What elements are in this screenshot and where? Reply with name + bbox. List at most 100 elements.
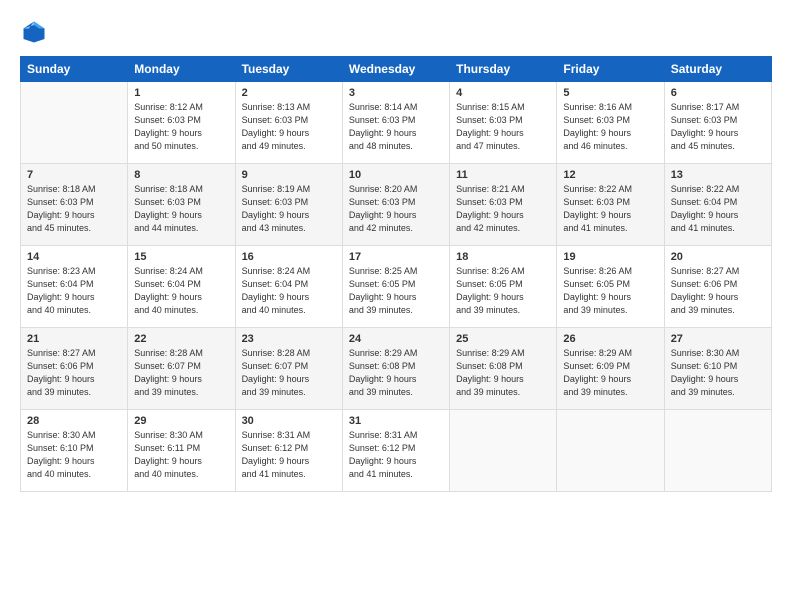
day-info: Sunrise: 8:28 AM Sunset: 6:07 PM Dayligh… (134, 347, 228, 399)
day-info: Sunrise: 8:14 AM Sunset: 6:03 PM Dayligh… (349, 101, 443, 153)
day-number: 28 (27, 415, 121, 427)
week-row-5: 28 Sunrise: 8:30 AM Sunset: 6:10 PM Dayli… (21, 410, 772, 492)
calendar-cell (450, 410, 557, 492)
day-info: Sunrise: 8:21 AM Sunset: 6:03 PM Dayligh… (456, 183, 550, 235)
day-number: 3 (349, 87, 443, 99)
calendar-body: 1 Sunrise: 8:12 AM Sunset: 6:03 PM Daylig… (21, 82, 772, 492)
calendar-cell: 8 Sunrise: 8:18 AM Sunset: 6:03 PM Daylig… (128, 164, 235, 246)
day-number: 20 (671, 251, 765, 263)
day-info: Sunrise: 8:18 AM Sunset: 6:03 PM Dayligh… (27, 183, 121, 235)
calendar-cell: 4 Sunrise: 8:15 AM Sunset: 6:03 PM Daylig… (450, 82, 557, 164)
day-info: Sunrise: 8:29 AM Sunset: 6:09 PM Dayligh… (563, 347, 657, 399)
calendar-cell: 22 Sunrise: 8:28 AM Sunset: 6:07 PM Dayli… (128, 328, 235, 410)
logo (20, 18, 52, 46)
header (20, 18, 772, 46)
day-number: 18 (456, 251, 550, 263)
calendar-cell: 23 Sunrise: 8:28 AM Sunset: 6:07 PM Dayli… (235, 328, 342, 410)
header-cell-friday: Friday (557, 57, 664, 82)
calendar-table: SundayMondayTuesdayWednesdayThursdayFrid… (20, 56, 772, 492)
day-number: 12 (563, 169, 657, 181)
header-cell-wednesday: Wednesday (342, 57, 449, 82)
day-info: Sunrise: 8:27 AM Sunset: 6:06 PM Dayligh… (27, 347, 121, 399)
day-number: 24 (349, 333, 443, 345)
day-info: Sunrise: 8:30 AM Sunset: 6:10 PM Dayligh… (671, 347, 765, 399)
day-info: Sunrise: 8:26 AM Sunset: 6:05 PM Dayligh… (456, 265, 550, 317)
day-info: Sunrise: 8:12 AM Sunset: 6:03 PM Dayligh… (134, 101, 228, 153)
day-info: Sunrise: 8:24 AM Sunset: 6:04 PM Dayligh… (134, 265, 228, 317)
calendar-cell: 18 Sunrise: 8:26 AM Sunset: 6:05 PM Dayli… (450, 246, 557, 328)
calendar-cell: 17 Sunrise: 8:25 AM Sunset: 6:05 PM Dayli… (342, 246, 449, 328)
day-info: Sunrise: 8:29 AM Sunset: 6:08 PM Dayligh… (456, 347, 550, 399)
header-cell-tuesday: Tuesday (235, 57, 342, 82)
calendar-cell: 2 Sunrise: 8:13 AM Sunset: 6:03 PM Daylig… (235, 82, 342, 164)
calendar-cell: 29 Sunrise: 8:30 AM Sunset: 6:11 PM Dayli… (128, 410, 235, 492)
day-info: Sunrise: 8:29 AM Sunset: 6:08 PM Dayligh… (349, 347, 443, 399)
day-number: 27 (671, 333, 765, 345)
day-number: 1 (134, 87, 228, 99)
calendar-cell: 3 Sunrise: 8:14 AM Sunset: 6:03 PM Daylig… (342, 82, 449, 164)
calendar-cell (557, 410, 664, 492)
week-row-2: 7Sunrise: 8:18 AM Sunset: 6:03 PM Daylig… (21, 164, 772, 246)
day-number: 25 (456, 333, 550, 345)
calendar-cell (664, 410, 771, 492)
day-number: 29 (134, 415, 228, 427)
calendar-cell (21, 82, 128, 164)
calendar-cell: 24 Sunrise: 8:29 AM Sunset: 6:08 PM Dayli… (342, 328, 449, 410)
calendar-cell: 26 Sunrise: 8:29 AM Sunset: 6:09 PM Dayli… (557, 328, 664, 410)
day-info: Sunrise: 8:22 AM Sunset: 6:04 PM Dayligh… (671, 183, 765, 235)
day-number: 31 (349, 415, 443, 427)
day-number: 4 (456, 87, 550, 99)
day-number: 16 (242, 251, 336, 263)
calendar-cell: 16 Sunrise: 8:24 AM Sunset: 6:04 PM Dayli… (235, 246, 342, 328)
day-info: Sunrise: 8:27 AM Sunset: 6:06 PM Dayligh… (671, 265, 765, 317)
day-number: 11 (456, 169, 550, 181)
day-number: 26 (563, 333, 657, 345)
calendar-cell: 28 Sunrise: 8:30 AM Sunset: 6:10 PM Dayli… (21, 410, 128, 492)
header-cell-saturday: Saturday (664, 57, 771, 82)
calendar-cell: 27 Sunrise: 8:30 AM Sunset: 6:10 PM Dayli… (664, 328, 771, 410)
day-number: 15 (134, 251, 228, 263)
day-info: Sunrise: 8:24 AM Sunset: 6:04 PM Dayligh… (242, 265, 336, 317)
day-info: Sunrise: 8:17 AM Sunset: 6:03 PM Dayligh… (671, 101, 765, 153)
logo-icon (20, 18, 48, 46)
day-number: 23 (242, 333, 336, 345)
day-info: Sunrise: 8:30 AM Sunset: 6:10 PM Dayligh… (27, 429, 121, 481)
calendar-cell: 21 Sunrise: 8:27 AM Sunset: 6:06 PM Dayli… (21, 328, 128, 410)
day-number: 2 (242, 87, 336, 99)
day-number: 10 (349, 169, 443, 181)
calendar-cell: 19Sunrise: 8:26 AM Sunset: 6:05 PM Dayli… (557, 246, 664, 328)
day-info: Sunrise: 8:23 AM Sunset: 6:04 PM Dayligh… (27, 265, 121, 317)
calendar-cell: 31Sunrise: 8:31 AM Sunset: 6:12 PM Dayli… (342, 410, 449, 492)
day-info: Sunrise: 8:25 AM Sunset: 6:05 PM Dayligh… (349, 265, 443, 317)
calendar-cell: 7Sunrise: 8:18 AM Sunset: 6:03 PM Daylig… (21, 164, 128, 246)
day-number: 8 (134, 169, 228, 181)
calendar-cell: 25 Sunrise: 8:29 AM Sunset: 6:08 PM Dayli… (450, 328, 557, 410)
day-number: 30 (242, 415, 336, 427)
day-info: Sunrise: 8:28 AM Sunset: 6:07 PM Dayligh… (242, 347, 336, 399)
day-info: Sunrise: 8:31 AM Sunset: 6:12 PM Dayligh… (242, 429, 336, 481)
calendar-header: SundayMondayTuesdayWednesdayThursdayFrid… (21, 57, 772, 82)
page: SundayMondayTuesdayWednesdayThursdayFrid… (0, 0, 792, 612)
day-info: Sunrise: 8:13 AM Sunset: 6:03 PM Dayligh… (242, 101, 336, 153)
day-info: Sunrise: 8:19 AM Sunset: 6:03 PM Dayligh… (242, 183, 336, 235)
calendar-cell: 1 Sunrise: 8:12 AM Sunset: 6:03 PM Daylig… (128, 82, 235, 164)
calendar-cell: 6Sunrise: 8:17 AM Sunset: 6:03 PM Daylig… (664, 82, 771, 164)
day-info: Sunrise: 8:18 AM Sunset: 6:03 PM Dayligh… (134, 183, 228, 235)
header-cell-monday: Monday (128, 57, 235, 82)
day-number: 22 (134, 333, 228, 345)
day-info: Sunrise: 8:26 AM Sunset: 6:05 PM Dayligh… (563, 265, 657, 317)
day-info: Sunrise: 8:15 AM Sunset: 6:03 PM Dayligh… (456, 101, 550, 153)
calendar-cell: 30 Sunrise: 8:31 AM Sunset: 6:12 PM Dayli… (235, 410, 342, 492)
week-row-1: 1 Sunrise: 8:12 AM Sunset: 6:03 PM Daylig… (21, 82, 772, 164)
day-number: 21 (27, 333, 121, 345)
week-row-3: 14Sunrise: 8:23 AM Sunset: 6:04 PM Dayli… (21, 246, 772, 328)
week-row-4: 21 Sunrise: 8:27 AM Sunset: 6:06 PM Dayli… (21, 328, 772, 410)
day-number: 17 (349, 251, 443, 263)
day-info: Sunrise: 8:30 AM Sunset: 6:11 PM Dayligh… (134, 429, 228, 481)
header-row: SundayMondayTuesdayWednesdayThursdayFrid… (21, 57, 772, 82)
calendar-cell: 15 Sunrise: 8:24 AM Sunset: 6:04 PM Dayli… (128, 246, 235, 328)
calendar-cell: 5Sunrise: 8:16 AM Sunset: 6:03 PM Daylig… (557, 82, 664, 164)
header-cell-thursday: Thursday (450, 57, 557, 82)
header-cell-sunday: Sunday (21, 57, 128, 82)
calendar-cell: 12Sunrise: 8:22 AM Sunset: 6:03 PM Dayli… (557, 164, 664, 246)
